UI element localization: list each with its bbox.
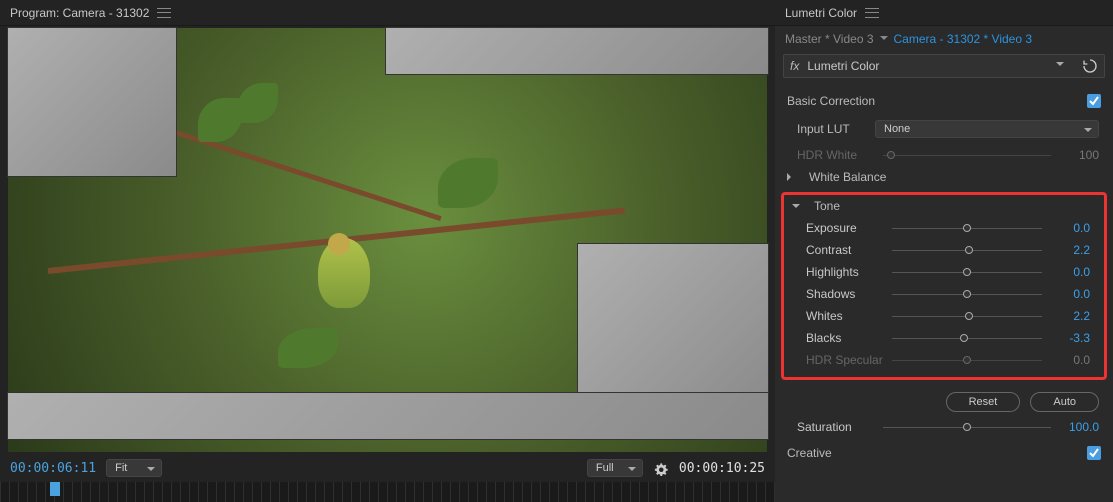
zoom-select[interactable]: Full [587, 459, 643, 477]
chevron-right-icon [787, 173, 795, 181]
saturation-slider[interactable]: Saturation 100.0 [775, 416, 1113, 438]
tone-section-highlight: Tone Exposure0.0 Contrast2.2 Highlights0… [781, 192, 1107, 380]
shadows-slider[interactable]: Shadows0.0 [784, 283, 1104, 305]
reset-effect-icon[interactable] [1082, 58, 1098, 74]
lumetri-panel-header: Lumetri Color [775, 0, 1113, 26]
chevron-down-icon [880, 36, 888, 44]
video-inset-bottom [8, 393, 768, 439]
video-inset-right [578, 244, 768, 412]
tone-header[interactable]: Tone [784, 195, 1104, 217]
panel-menu-icon[interactable] [865, 8, 879, 18]
white-balance-header[interactable]: White Balance [775, 166, 1113, 188]
whites-slider[interactable]: Whites2.2 [784, 305, 1104, 327]
program-monitor[interactable] [8, 28, 767, 452]
reset-button[interactable]: Reset [946, 392, 1021, 412]
creative-header[interactable]: Creative [775, 438, 1113, 466]
chevron-down-icon [1056, 62, 1064, 70]
blacks-slider[interactable]: Blacks-3.3 [784, 327, 1104, 349]
lumetri-panel-title: Lumetri Color [785, 6, 857, 20]
hdr-specular-slider: HDR Specular0.0 [784, 349, 1104, 371]
auto-button[interactable]: Auto [1030, 392, 1099, 412]
timecode-duration: 00:00:10:25 [679, 461, 765, 476]
basic-correction-toggle[interactable] [1087, 94, 1101, 108]
program-footer: 00:00:06:11 Fit Full 00:00:10:25 [0, 454, 775, 482]
panel-menu-icon[interactable] [157, 8, 171, 18]
exposure-slider[interactable]: Exposure0.0 [784, 217, 1104, 239]
fx-badge-icon: fx [790, 59, 799, 73]
input-lut-select[interactable]: None [875, 120, 1099, 138]
chevron-down-icon [792, 204, 800, 212]
input-lut-row: Input LUT None [775, 114, 1113, 144]
hdr-white-slider: HDR White 100 [775, 144, 1113, 166]
program-panel-header: Program: Camera - 31302 [0, 0, 775, 26]
fit-select[interactable]: Fit [106, 459, 162, 477]
basic-correction-header[interactable]: Basic Correction [775, 86, 1113, 114]
effect-name: Lumetri Color [807, 59, 1048, 73]
master-crumb[interactable]: Master * Video 3 [785, 32, 874, 46]
highlights-slider[interactable]: Highlights0.0 [784, 261, 1104, 283]
playhead-icon[interactable] [50, 482, 60, 496]
creative-toggle[interactable] [1087, 446, 1101, 460]
contrast-slider[interactable]: Contrast2.2 [784, 239, 1104, 261]
program-panel-title: Program: Camera - 31302 [10, 6, 149, 20]
timecode-current[interactable]: 00:00:06:11 [10, 461, 96, 476]
clip-breadcrumb: Master * Video 3 Camera - 31302 * Video … [775, 26, 1113, 52]
clip-crumb[interactable]: Camera - 31302 * Video 3 [894, 32, 1033, 46]
settings-wrench-icon[interactable] [653, 460, 669, 476]
timeline-scrubber[interactable] [0, 482, 775, 502]
bird-subject [318, 238, 370, 308]
video-inset-top-left [8, 28, 176, 176]
effect-selector[interactable]: fx Lumetri Color [783, 54, 1105, 78]
video-inset-top-right [386, 28, 768, 74]
